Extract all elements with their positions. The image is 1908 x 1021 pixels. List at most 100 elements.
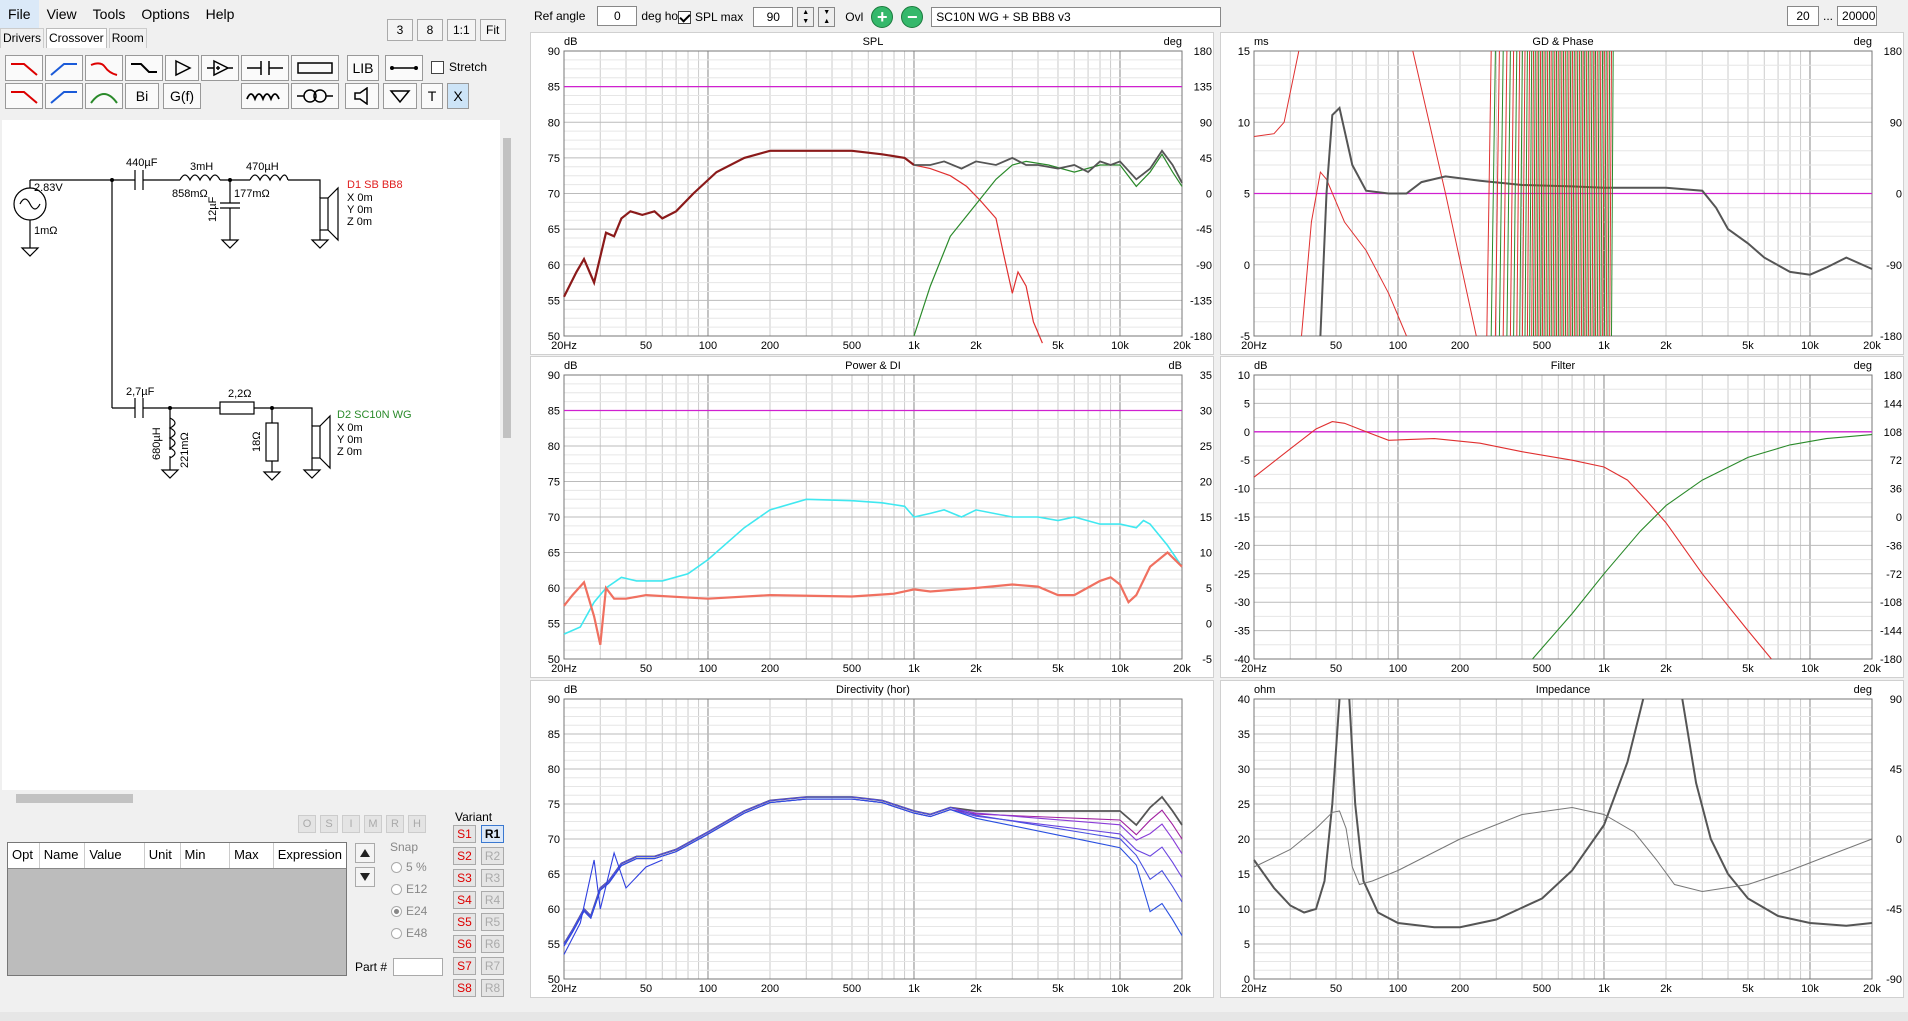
- col-value[interactable]: Value: [85, 843, 145, 868]
- opt-i-button[interactable]: I: [342, 815, 360, 833]
- col-name[interactable]: Name: [40, 843, 86, 868]
- variant-s2-button[interactable]: S2: [453, 847, 476, 865]
- variant-s4-button[interactable]: S4: [453, 891, 476, 909]
- variant-r1-button[interactable]: R1: [481, 825, 504, 843]
- variant-r7-button[interactable]: R7: [481, 957, 504, 975]
- schematic-vertical-scrollbar[interactable]: [500, 120, 514, 788]
- variant-r2-button[interactable]: R2: [481, 847, 504, 865]
- variant-s6-button[interactable]: S6: [453, 935, 476, 953]
- ground-icon[interactable]: [383, 83, 417, 109]
- capacitor-icon[interactable]: [241, 55, 289, 81]
- directivity-panel[interactable]: Directivity (hor) dB 90 85 80 75 70 65 60 55 50 20H…: [530, 680, 1214, 998]
- tab-room[interactable]: Room: [108, 28, 147, 48]
- variant-s3-button[interactable]: S3: [453, 869, 476, 887]
- snap-e12[interactable]: E12: [385, 878, 435, 900]
- snap-e48[interactable]: E48: [385, 922, 435, 944]
- horizontal-scroll-thumb[interactable]: [16, 794, 133, 803]
- menu-tools[interactable]: Tools: [85, 0, 134, 28]
- filter-panel[interactable]: Filter dB deg 10 5 0 -5 -10 -15 -20 -25 -30 -35 -40 18…: [1220, 356, 1904, 678]
- col-min[interactable]: Min: [181, 843, 231, 868]
- menu-file[interactable]: File: [0, 0, 39, 28]
- lowpass-red-icon[interactable]: [5, 55, 43, 81]
- text-button[interactable]: T: [421, 83, 443, 109]
- resistor-icon[interactable]: [291, 55, 339, 81]
- power-di-panel[interactable]: Power & DI dB dB 90 85 80 75 70 65 60 55 50 35 30 25 20…: [530, 356, 1214, 678]
- zoom-in-icon[interactable]: +: [871, 6, 894, 28]
- zoom-fit-button[interactable]: Fit: [479, 19, 506, 41]
- menu-help[interactable]: Help: [198, 0, 243, 28]
- impedance-woofer-curve-left: [1253, 698, 1341, 914]
- freq-max-input[interactable]: 20000: [1837, 6, 1878, 26]
- zoom-8-button[interactable]: 8: [417, 19, 443, 41]
- variant-r3-button[interactable]: R3: [481, 869, 504, 887]
- highpass-blue-icon[interactable]: [45, 55, 83, 81]
- col-max[interactable]: Max: [230, 843, 274, 868]
- freq-min-input[interactable]: 20: [1787, 6, 1819, 26]
- variant-s8-button[interactable]: S8: [453, 979, 476, 997]
- driver1-name[interactable]: D1 SB BB8: [347, 179, 403, 191]
- menu-options[interactable]: Options: [133, 0, 197, 28]
- spl-max-fit-button[interactable]: ▼ ▲: [818, 7, 836, 27]
- move-down-button[interactable]: [355, 867, 375, 887]
- gf-button[interactable]: G(f): [163, 83, 201, 109]
- variant-s5-button[interactable]: S5: [453, 913, 476, 931]
- variant-r5-button[interactable]: R5: [481, 913, 504, 931]
- spl-panel[interactable]: SPL dB deg 90 85 80 75 70 65 60 55 50 180 135 90 45 0 -45…: [530, 32, 1214, 355]
- move-up-button[interactable]: [355, 843, 375, 863]
- zoom-1to1-button[interactable]: 1:1: [447, 19, 476, 41]
- library-button[interactable]: LIB: [347, 55, 379, 81]
- zoom-3-button[interactable]: 3: [387, 19, 413, 41]
- menu-view[interactable]: View: [39, 0, 85, 28]
- spl-ytick-right: -45: [1196, 224, 1212, 236]
- ref-angle-input[interactable]: 0: [597, 6, 638, 26]
- spl-max-checkbox[interactable]: [678, 10, 691, 24]
- snap-5pct[interactable]: 5 %: [385, 856, 435, 878]
- vertical-scroll-thumb[interactable]: [503, 138, 511, 438]
- variant-s7-button[interactable]: S7: [453, 957, 476, 975]
- power-ytick-right: -5: [1202, 654, 1212, 666]
- tab-drivers[interactable]: Drivers: [0, 28, 44, 48]
- variant-s1-button[interactable]: S1: [453, 825, 476, 843]
- opt-h-button[interactable]: H: [408, 815, 426, 833]
- filter-ytick-right: -108: [1880, 597, 1902, 609]
- shelf-filter-icon[interactable]: [125, 55, 163, 81]
- lowpass-red-3-icon[interactable]: [5, 83, 43, 109]
- spl-max-spinner[interactable]: ▲ ▼: [797, 7, 815, 27]
- crossover-schematic[interactable]: 2.83V 1mΩ 440µF 3mH 858mΩ 470µH 177mΩ 12…: [2, 120, 500, 790]
- part-number-input[interactable]: [393, 958, 444, 976]
- bandpass-green-icon[interactable]: [85, 83, 123, 109]
- opt-m-button[interactable]: M: [364, 815, 382, 833]
- col-unit[interactable]: Unit: [145, 843, 181, 868]
- opt-o-button[interactable]: O: [298, 815, 316, 833]
- bi-button[interactable]: Bi: [125, 83, 159, 109]
- zoom-out-icon[interactable]: −: [901, 6, 924, 28]
- amplifier-icon[interactable]: [165, 55, 199, 81]
- delete-button[interactable]: X: [447, 83, 469, 109]
- transformer-icon[interactable]: [291, 83, 339, 109]
- driver2-name[interactable]: D2 SC10N WG: [337, 409, 412, 421]
- impedance-panel[interactable]: Impedance ohm deg 40 35 30 25 20 15 10 5 0 90 45 0 -45 -…: [1220, 680, 1904, 998]
- snap-e24[interactable]: E24: [385, 900, 435, 922]
- col-expression[interactable]: Expression: [274, 843, 346, 868]
- schematic-horizontal-scrollbar[interactable]: [2, 790, 500, 806]
- inductor-icon[interactable]: [241, 83, 289, 109]
- variant-r4-button[interactable]: R4: [481, 891, 504, 909]
- variant-r6-button[interactable]: R6: [481, 935, 504, 953]
- opt-s-button[interactable]: S: [320, 815, 338, 833]
- stretch-option[interactable]: Stretch: [431, 60, 487, 74]
- gd-phase-panel[interactable]: GD & Phase ms deg 15 10 5 0 -5 180 90 0 -90 -180 20Hz…: [1220, 32, 1904, 355]
- tab-crossover[interactable]: Crossover: [46, 28, 107, 48]
- filter-ytick-left: 5: [1244, 398, 1250, 410]
- speaker-icon[interactable]: [345, 83, 379, 109]
- opt-r-button[interactable]: R: [386, 815, 404, 833]
- highpass-blue-2-icon[interactable]: [45, 83, 83, 109]
- stretch-checkbox[interactable]: [431, 60, 444, 74]
- project-title-input[interactable]: SC10N WG + SB BB8 v3: [931, 7, 1222, 27]
- col-opt[interactable]: Opt: [8, 843, 40, 868]
- wire-icon[interactable]: [385, 55, 423, 81]
- opamp-icon[interactable]: [201, 55, 239, 81]
- lowpass-red-2-icon[interactable]: [85, 55, 123, 81]
- variant-r8-button[interactable]: R8: [481, 979, 504, 997]
- spl-max-input[interactable]: 90: [753, 7, 794, 27]
- optimizer-table[interactable]: Opt Name Value Unit Min Max Expression: [7, 842, 347, 976]
